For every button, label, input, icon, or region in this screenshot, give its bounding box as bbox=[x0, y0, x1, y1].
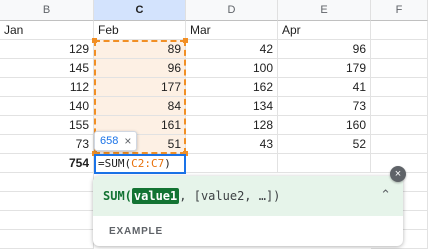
cell-b10[interactable] bbox=[0, 192, 94, 211]
cell-d1[interactable]: Mar bbox=[186, 21, 278, 40]
cell-f5[interactable] bbox=[371, 97, 428, 116]
cell-f4[interactable] bbox=[371, 78, 428, 97]
cell-d5[interactable]: 134 bbox=[186, 97, 278, 116]
column-header-b[interactable]: B bbox=[0, 0, 94, 21]
cell-b12[interactable] bbox=[0, 230, 94, 249]
active-argument: value1 bbox=[131, 188, 180, 204]
cell-d8[interactable] bbox=[186, 154, 278, 173]
cell-f1[interactable] bbox=[371, 21, 428, 40]
remaining-arguments: , [value2, …]) bbox=[179, 189, 281, 203]
cell-f2[interactable] bbox=[371, 40, 428, 59]
chevron-up-icon[interactable]: ⌃ bbox=[380, 188, 391, 203]
range-handle-top-right[interactable] bbox=[183, 38, 188, 43]
cell-d6[interactable]: 128 bbox=[186, 116, 278, 135]
cell-c1[interactable]: Feb bbox=[94, 21, 186, 40]
formula-range-reference: C2:C7 bbox=[131, 157, 165, 170]
cell-c3[interactable]: 96 bbox=[94, 59, 186, 78]
cell-b5[interactable]: 140 bbox=[0, 97, 94, 116]
cell-b7[interactable]: 73 bbox=[0, 135, 94, 154]
cell-b2[interactable]: 129 bbox=[0, 40, 94, 59]
cell-b3[interactable]: 145 bbox=[0, 59, 94, 78]
cell-e1[interactable]: Apr bbox=[278, 21, 371, 40]
function-help-panel: SUM(value1, [value2, …]) ⌃ EXAMPLE bbox=[93, 176, 403, 246]
cell-f6[interactable] bbox=[371, 116, 428, 135]
cell-d7[interactable]: 43 bbox=[186, 135, 278, 154]
cell-e7[interactable]: 52 bbox=[278, 135, 371, 154]
cell-d4[interactable]: 162 bbox=[186, 78, 278, 97]
range-handle-top-left[interactable] bbox=[92, 38, 97, 43]
cell-b9[interactable] bbox=[0, 173, 94, 192]
result-preview-chip: 658 × bbox=[94, 131, 138, 151]
close-help-button[interactable]: × bbox=[390, 166, 406, 182]
column-header-d[interactable]: D bbox=[186, 0, 278, 21]
cell-e8[interactable] bbox=[278, 154, 371, 173]
cell-f3[interactable] bbox=[371, 59, 428, 78]
cell-b6[interactable]: 155 bbox=[0, 116, 94, 135]
cell-f7[interactable] bbox=[371, 135, 428, 154]
cell-d3[interactable]: 100 bbox=[186, 59, 278, 78]
cell-c4[interactable]: 177 bbox=[94, 78, 186, 97]
cell-d2[interactable]: 42 bbox=[186, 40, 278, 59]
cell-b11[interactable] bbox=[0, 211, 94, 230]
cell-e2[interactable]: 96 bbox=[278, 40, 371, 59]
cell-e5[interactable]: 73 bbox=[278, 97, 371, 116]
cell-e6[interactable]: 160 bbox=[278, 116, 371, 135]
function-signature[interactable]: SUM(value1, [value2, …]) ⌃ bbox=[93, 176, 403, 216]
cell-formula-editor[interactable]: =SUM(C2:C7) bbox=[94, 154, 186, 174]
example-heading: EXAMPLE bbox=[109, 226, 163, 237]
column-header-c[interactable]: C bbox=[94, 0, 186, 21]
cell-e3[interactable]: 179 bbox=[278, 59, 371, 78]
function-name: SUM( bbox=[103, 189, 132, 203]
formula-prefix: =SUM( bbox=[98, 157, 132, 170]
cell-b1[interactable]: Jan bbox=[0, 21, 94, 40]
cell-c5[interactable]: 84 bbox=[94, 97, 186, 116]
close-icon[interactable]: × bbox=[124, 134, 131, 148]
column-header-f[interactable]: F bbox=[371, 0, 428, 21]
cell-b4[interactable]: 112 bbox=[0, 78, 94, 97]
cell-e4[interactable]: 41 bbox=[278, 78, 371, 97]
column-header-e[interactable]: E bbox=[278, 0, 371, 21]
formula-suffix: ) bbox=[164, 157, 171, 170]
cell-c2[interactable]: 89 bbox=[94, 40, 186, 59]
cell-b8-total[interactable]: 754 bbox=[0, 154, 94, 173]
result-preview-value: 658 bbox=[100, 135, 119, 147]
